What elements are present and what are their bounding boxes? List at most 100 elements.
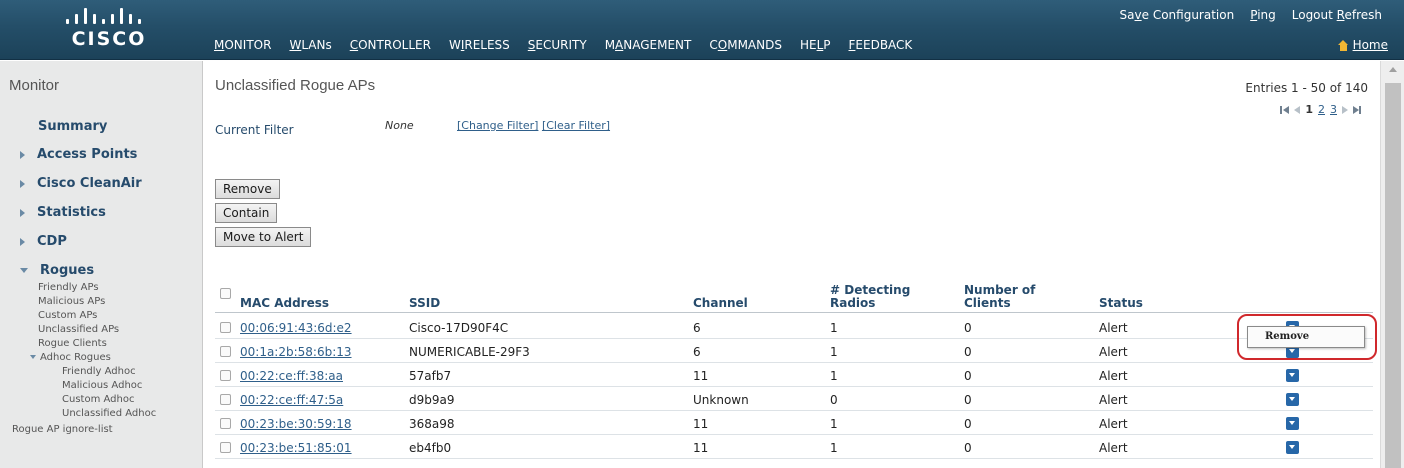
row-checkbox[interactable]	[220, 418, 231, 429]
pager-last-icon[interactable]	[1353, 105, 1361, 114]
nav-feedback[interactable]: FEEDBACK	[849, 38, 913, 52]
sidebar-item-summary[interactable]: Summary	[38, 119, 107, 134]
menu-item-remove[interactable]: Remove	[1265, 331, 1309, 342]
row-checkbox[interactable]	[220, 346, 231, 357]
detecting-radios-cell: 1	[830, 321, 838, 335]
row-action-menu: Remove	[1247, 326, 1365, 348]
mac-address-link[interactable]: 00:23:be:51:85:01	[240, 441, 352, 455]
mac-address-link[interactable]: 00:1a:2b:58:6b:13	[240, 345, 352, 359]
sidebar-item-cisco-cleanair[interactable]: Cisco CleanAir	[20, 176, 142, 191]
sidebar-item-cdp[interactable]: CDP	[20, 234, 67, 249]
sidebar-item-malicious-adhoc[interactable]: Malicious Adhoc	[62, 380, 142, 391]
dropdown-arrow-icon[interactable]	[1286, 441, 1299, 454]
expand-triangle-icon	[20, 150, 25, 159]
pager-next-icon[interactable]	[1342, 105, 1348, 114]
sidebar-item-access-points[interactable]: Access Points	[20, 147, 137, 162]
cisco-logo: CISCO	[0, 0, 208, 60]
pager-current-page: 1	[1305, 103, 1313, 116]
sidebar-item-malicious-aps[interactable]: Malicious APs	[38, 296, 105, 307]
row-checkbox[interactable]	[220, 370, 231, 381]
mac-address-link[interactable]: 00:22:ce:ff:47:5a	[240, 393, 343, 407]
column-status[interactable]: Status	[1099, 297, 1143, 310]
sidebar-item-unclassified-adhoc[interactable]: Unclassified Adhoc	[62, 408, 156, 419]
utility-links: Save Configuration Ping Logout Refresh	[1112, 8, 1390, 22]
ping-link[interactable]: Ping	[1242, 8, 1284, 22]
detecting-radios-cell: 1	[830, 417, 838, 431]
pager-first-icon[interactable]	[1280, 105, 1290, 114]
logo-wordmark: CISCO	[71, 28, 147, 50]
clients-cell: 0	[964, 393, 972, 407]
home-label: Home	[1352, 38, 1388, 52]
current-filter-label: Current Filter	[215, 123, 294, 137]
clients-cell: 0	[964, 441, 972, 455]
clear-filter-link[interactable]: [Clear Filter]	[542, 119, 610, 132]
select-all-checkbox[interactable]	[220, 288, 231, 299]
nav-controller[interactable]: CONTROLLER	[350, 38, 431, 52]
pager-prev-icon[interactable]	[1294, 105, 1301, 114]
sidebar-item-unclassified-aps[interactable]: Unclassified APs	[38, 324, 119, 335]
clients-cell: 0	[964, 369, 972, 383]
pager-page-3[interactable]: 3	[1330, 103, 1337, 116]
home-icon	[1337, 39, 1349, 51]
nav-help[interactable]: HELP	[800, 38, 831, 52]
nav-wireless[interactable]: WIRELESS	[449, 38, 510, 52]
column-ssid[interactable]: SSID	[409, 297, 440, 310]
column-number-of-clients[interactable]: Number of Clients	[964, 284, 1035, 310]
row-checkbox[interactable]	[220, 394, 231, 405]
sidebar-item-custom-adhoc[interactable]: Custom Adhoc	[62, 394, 134, 405]
collapse-triangle-icon	[20, 268, 28, 273]
sidebar-item-statistics[interactable]: Statistics	[20, 205, 106, 220]
sidebar-item-rogue-clients[interactable]: Rogue Clients	[38, 338, 107, 349]
sidebar-item-rogues[interactable]: Rogues	[20, 263, 94, 278]
mac-address-link[interactable]: 00:06:91:43:6d:e2	[240, 321, 352, 335]
nav-management[interactable]: MANAGEMENT	[605, 38, 692, 52]
ssid-cell: 57afb7	[409, 369, 452, 383]
vertical-scrollbar[interactable]	[1380, 61, 1404, 468]
mac-address-link[interactable]: 00:22:ce:ff:38:aa	[240, 369, 343, 383]
column-mac-address[interactable]: MAC Address	[240, 297, 329, 310]
contain-button[interactable]: Contain	[215, 203, 278, 223]
expand-triangle-icon	[20, 179, 25, 188]
detecting-radios-cell: 1	[830, 441, 838, 455]
home-link[interactable]: Home	[1337, 38, 1388, 52]
move-to-alert-button[interactable]: Move to Alert	[215, 227, 312, 247]
row-checkbox[interactable]	[220, 322, 231, 333]
nav-wlans[interactable]: WLANs	[289, 38, 331, 52]
main-navigation: MONITOR WLANs CONTROLLER WIRELESS SECURI…	[214, 38, 930, 52]
scroll-up-icon[interactable]	[1389, 67, 1397, 72]
status-cell: Alert	[1099, 369, 1128, 383]
expand-triangle-icon	[20, 208, 25, 217]
change-filter-link[interactable]: [Change Filter]	[457, 119, 538, 132]
main-content: Unclassified Rogue APs Entries 1 - 50 of…	[204, 61, 1380, 468]
status-cell: Alert	[1099, 321, 1128, 335]
dropdown-arrow-icon[interactable]	[1286, 369, 1299, 382]
status-cell: Alert	[1099, 441, 1128, 455]
row-checkbox[interactable]	[220, 442, 231, 453]
scrollbar-thumb[interactable]	[1385, 83, 1401, 468]
dropdown-arrow-icon[interactable]	[1286, 417, 1299, 430]
pager-page-2[interactable]: 2	[1318, 103, 1325, 116]
collapse-triangle-icon	[30, 355, 36, 359]
status-cell: Alert	[1099, 345, 1128, 359]
status-cell: Alert	[1099, 393, 1128, 407]
sidebar-item-custom-aps[interactable]: Custom APs	[38, 310, 97, 321]
mac-address-link[interactable]: 00:23:be:30:59:18	[240, 417, 352, 431]
sidebar-item-friendly-adhoc[interactable]: Friendly Adhoc	[62, 366, 136, 377]
nav-security[interactable]: SECURITY	[528, 38, 587, 52]
sidebar-item-ignore-list[interactable]: Rogue AP ignore-list	[12, 424, 113, 435]
sidebar-item-adhoc-rogues[interactable]: Adhoc Rogues	[30, 352, 111, 363]
sidebar-title: Monitor	[9, 77, 60, 94]
nav-monitor[interactable]: MONITOR	[214, 38, 271, 52]
save-configuration-link[interactable]: Save Configuration	[1112, 8, 1243, 22]
sidebar-item-friendly-aps[interactable]: Friendly APs	[38, 282, 99, 293]
channel-cell: 6	[693, 321, 701, 335]
logout-refresh-link[interactable]: Logout Refresh	[1284, 8, 1390, 22]
table-row: 00:23:be:30:59:18 368a98 11 1 0 Alert	[215, 413, 1373, 435]
nav-commands[interactable]: COMMANDS	[709, 38, 782, 52]
column-detecting-radios[interactable]: # Detecting Radios	[830, 284, 910, 310]
dropdown-arrow-icon[interactable]	[1286, 393, 1299, 406]
column-channel[interactable]: Channel	[693, 297, 748, 310]
remove-button[interactable]: Remove	[215, 179, 280, 199]
table-row: 00:1a:2b:58:6b:13 NUMERICABLE-29F3 6 1 0…	[215, 341, 1373, 363]
page-title: Unclassified Rogue APs	[215, 77, 376, 94]
